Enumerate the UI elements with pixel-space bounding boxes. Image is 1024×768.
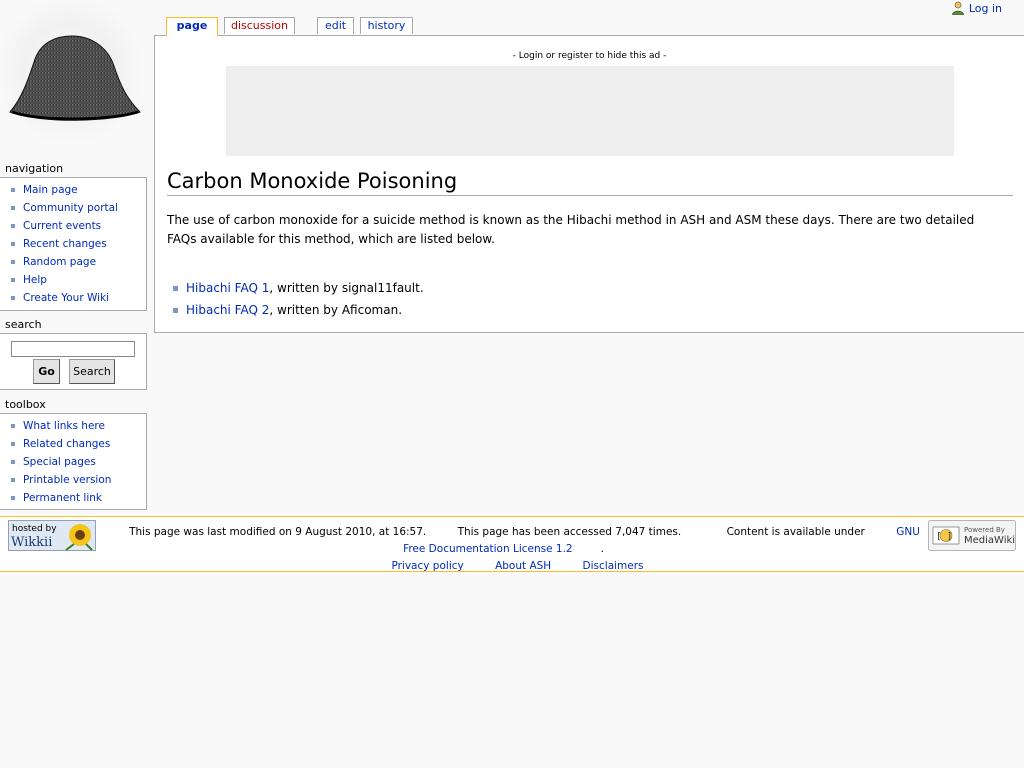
list-item: Hibachi FAQ 1, written by signal11fault. <box>173 279 997 298</box>
content-area: - Login or register to hide this ad - Ca… <box>154 35 1024 333</box>
hosted-by-brand: Wikkii <box>11 535 52 550</box>
nav-item-create-wiki[interactable]: Create Your Wiki <box>11 289 146 307</box>
about-link[interactable]: About ASH <box>495 560 551 572</box>
tab-discussion[interactable]: discussion <box>224 17 295 34</box>
powered-by-badge[interactable]: [ ] Powered By MediaWiki <box>928 520 1016 551</box>
tab-history[interactable]: history <box>360 17 413 34</box>
bullet-icon <box>11 188 15 192</box>
toolbox-item-related-changes[interactable]: Related changes <box>11 435 146 453</box>
toolbox-portlet: toolbox What links here Related changes … <box>0 398 147 510</box>
powered-by-text: Powered By <box>964 526 1005 534</box>
footer-info: This page was last modified on 9 August … <box>110 524 925 575</box>
faq-desc-2: , written by Aficoman. <box>269 303 403 317</box>
bullet-icon <box>11 460 15 464</box>
logo-image <box>0 0 155 150</box>
bullet-icon <box>11 424 15 428</box>
powered-by-mediawiki-logo: [ ] Powered By MediaWiki <box>928 520 1016 551</box>
bullet-icon <box>11 478 15 482</box>
hosted-by-badge[interactable]: hosted by Wikkii <box>8 520 96 551</box>
navigation-body: Main page Community portal Current event… <box>0 177 147 311</box>
ad-notice[interactable]: - Login or register to hide this ad - <box>155 51 1024 61</box>
nav-item-main-page[interactable]: Main page <box>11 181 146 199</box>
user-icon <box>951 1 964 15</box>
navigation-heading: navigation <box>5 162 64 175</box>
navigation-portlet: navigation Main page Community portal Cu… <box>0 162 147 311</box>
nav-item-help[interactable]: Help <box>11 271 146 289</box>
powered-by-brand: MediaWiki <box>964 535 1015 546</box>
site-logo[interactable] <box>0 0 155 150</box>
bullet-icon <box>173 286 178 291</box>
toolbox-item-permanent-link[interactable]: Permanent link <box>11 489 146 507</box>
search-heading: search <box>5 318 42 331</box>
view-count: This page has been accessed 7,047 times. <box>457 526 682 538</box>
footer: hosted by Wikkii This page was last modi… <box>0 516 1024 572</box>
article-body: The use of carbon monoxide for a suicide… <box>167 211 997 323</box>
nav-item-recent-changes[interactable]: Recent changes <box>11 235 146 253</box>
search-body: Go Search <box>0 333 147 390</box>
toolbox-item-special-pages[interactable]: Special pages <box>11 453 146 471</box>
list-item: Hibachi FAQ 2, written by Aficoman. <box>173 301 997 320</box>
faq-list: Hibachi FAQ 1, written by signal11fault.… <box>173 279 997 320</box>
bullet-icon <box>11 442 15 446</box>
toolbox-heading: toolbox <box>5 398 46 411</box>
bullet-icon <box>11 224 15 228</box>
nav-item-current-events[interactable]: Current events <box>11 217 146 235</box>
toolbox-body: What links here Related changes Special … <box>0 413 147 510</box>
bullet-icon <box>11 496 15 500</box>
mediawiki-icon: [ ] <box>932 526 960 545</box>
hosted-by-logo: hosted by Wikkii <box>8 520 96 551</box>
bullet-icon <box>173 308 178 313</box>
personal-bar: Log in <box>951 1 1002 15</box>
go-button[interactable]: Go <box>33 359 60 384</box>
bullet-icon <box>11 296 15 300</box>
faq-link-1[interactable]: Hibachi FAQ 1 <box>186 281 269 295</box>
privacy-link[interactable]: Privacy policy <box>391 560 463 572</box>
svg-text:[ ]: [ ] <box>936 532 952 542</box>
article-intro: The use of carbon monoxide for a suicide… <box>167 213 975 246</box>
nav-item-community-portal[interactable]: Community portal <box>11 199 146 217</box>
last-modified: This page was last modified on 9 August … <box>129 526 427 538</box>
search-button[interactable]: Search <box>69 359 115 384</box>
toolbox-item-what-links-here[interactable]: What links here <box>11 417 146 435</box>
faq-link-2[interactable]: Hibachi FAQ 2 <box>186 303 269 317</box>
tab-page[interactable]: page <box>166 17 218 36</box>
hosted-by-text: hosted by <box>12 524 57 534</box>
faq-desc-1: , written by signal11fault. <box>269 281 424 295</box>
toolbox-item-printable-version[interactable]: Printable version <box>11 471 146 489</box>
bullet-icon <box>11 206 15 210</box>
bullet-icon <box>11 242 15 246</box>
bullet-icon <box>11 278 15 282</box>
search-portlet: search Go Search <box>0 318 147 390</box>
bullet-icon <box>11 260 15 264</box>
search-input[interactable] <box>11 341 135 357</box>
disclaimers-link[interactable]: Disclaimers <box>583 560 644 572</box>
page-title: Carbon Monoxide Poisoning <box>167 167 1013 196</box>
ad-banner[interactable] <box>226 66 954 156</box>
tab-edit[interactable]: edit <box>317 17 354 34</box>
nav-item-random-page[interactable]: Random page <box>11 253 146 271</box>
login-link[interactable]: Log in <box>969 2 1002 15</box>
